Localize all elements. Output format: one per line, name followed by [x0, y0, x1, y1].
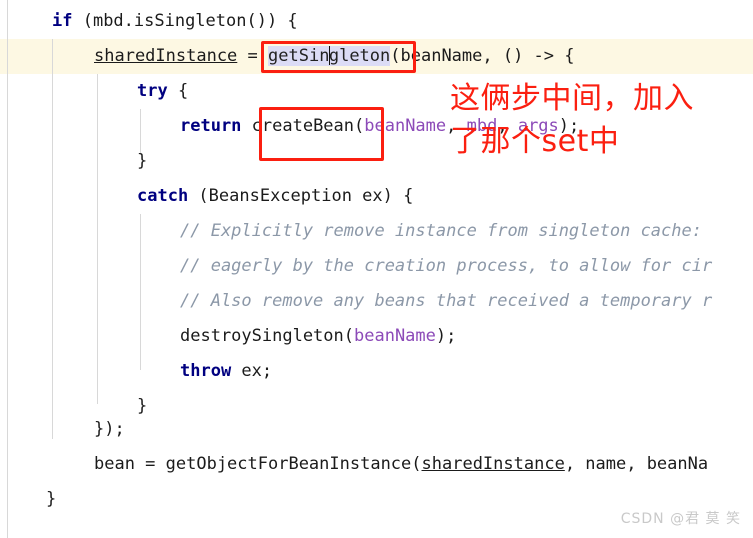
code-line-7[interactable]: // eagerly by the creation process, to a…	[180, 249, 712, 284]
token-keyword-throw: throw	[180, 361, 232, 381]
token-field-sharedinstance-2: sharedInstance	[421, 454, 565, 474]
token-field-sharedinstance: sharedInstance	[94, 46, 238, 66]
editor-surface[interactable]: if (mbd.isSingleton()) { sharedInstance …	[0, 0, 753, 538]
code-line-12[interactable]: });	[94, 412, 125, 447]
csdn-watermark: CSDN @君 莫 笑	[620, 511, 741, 527]
code-line-0[interactable]: if (mbd.isSingleton()) {	[52, 4, 298, 39]
code-editor-screenshot: if (mbd.isSingleton()) { sharedInstance …	[0, 0, 753, 538]
token-line1-rest: (beanName, () -> {	[390, 46, 575, 66]
code-line-5[interactable]: catch (BeansException ex) {	[137, 179, 413, 214]
token-keyword-try: try	[137, 81, 168, 101]
token-call-destroysingleton: destroySingleton(	[180, 326, 354, 346]
code-line-8[interactable]: // Also remove any beans that received a…	[180, 284, 712, 319]
token-line10-rest: ex;	[231, 361, 273, 381]
code-line-11[interactable]: }	[137, 389, 147, 424]
code-line-1[interactable]: sharedInstance = getSingleton(beanName, …	[94, 39, 575, 74]
token-param-beanname: beanName	[364, 116, 447, 136]
token-keyword-return: return	[180, 116, 242, 136]
annotation-note-line-2: 了那个set中	[450, 124, 620, 159]
token-line0-rest: (mbd.isSingleton()) {	[72, 11, 298, 31]
token-keyword-if: if	[52, 11, 73, 31]
token-comment-3: // Also remove any beans that received a…	[180, 291, 713, 311]
code-line-14[interactable]: }	[46, 482, 56, 517]
token-line5-rest: (BeansException ex) {	[188, 186, 414, 206]
code-line-10[interactable]: throw ex;	[180, 354, 272, 389]
token-call-createbean: createBean(	[241, 116, 365, 136]
code-line-13[interactable]: bean = getObjectForBeanInstance(sharedIn…	[94, 447, 708, 482]
token-line1-equals: =	[237, 46, 269, 66]
code-line-4[interactable]: }	[137, 144, 147, 179]
token-selected-after-caret: gleton	[328, 46, 391, 66]
token-comment-1: // Explicitly remove instance from singl…	[180, 221, 702, 241]
token-line9-rest: );	[435, 326, 457, 346]
selected-text-getsingleton[interactable]: getSingleton	[268, 46, 391, 66]
token-comment-2: // eagerly by the creation process, to a…	[180, 256, 713, 276]
token-line4-brace: }	[137, 151, 148, 171]
token-keyword-catch: catch	[137, 186, 189, 206]
code-line-2[interactable]: try {	[137, 74, 188, 109]
annotation-note-line-1: 这俩步中间，加入	[450, 81, 694, 116]
code-line-9[interactable]: destroySingleton(beanName);	[180, 319, 456, 354]
token-line2-rest: {	[167, 81, 189, 101]
token-line13-rest: , name, beanNa	[564, 454, 709, 474]
token-line11-brace: }	[137, 396, 148, 416]
token-line14-brace: }	[46, 489, 57, 509]
token-line13-prefix: bean = getObjectForBeanInstance(	[94, 454, 422, 474]
token-line12-closer: });	[94, 419, 125, 439]
token-selected-before-caret: getSin	[268, 46, 330, 66]
code-line-6[interactable]: // Explicitly remove instance from singl…	[180, 214, 702, 249]
token-param-beanname-2: beanName	[354, 326, 436, 346]
